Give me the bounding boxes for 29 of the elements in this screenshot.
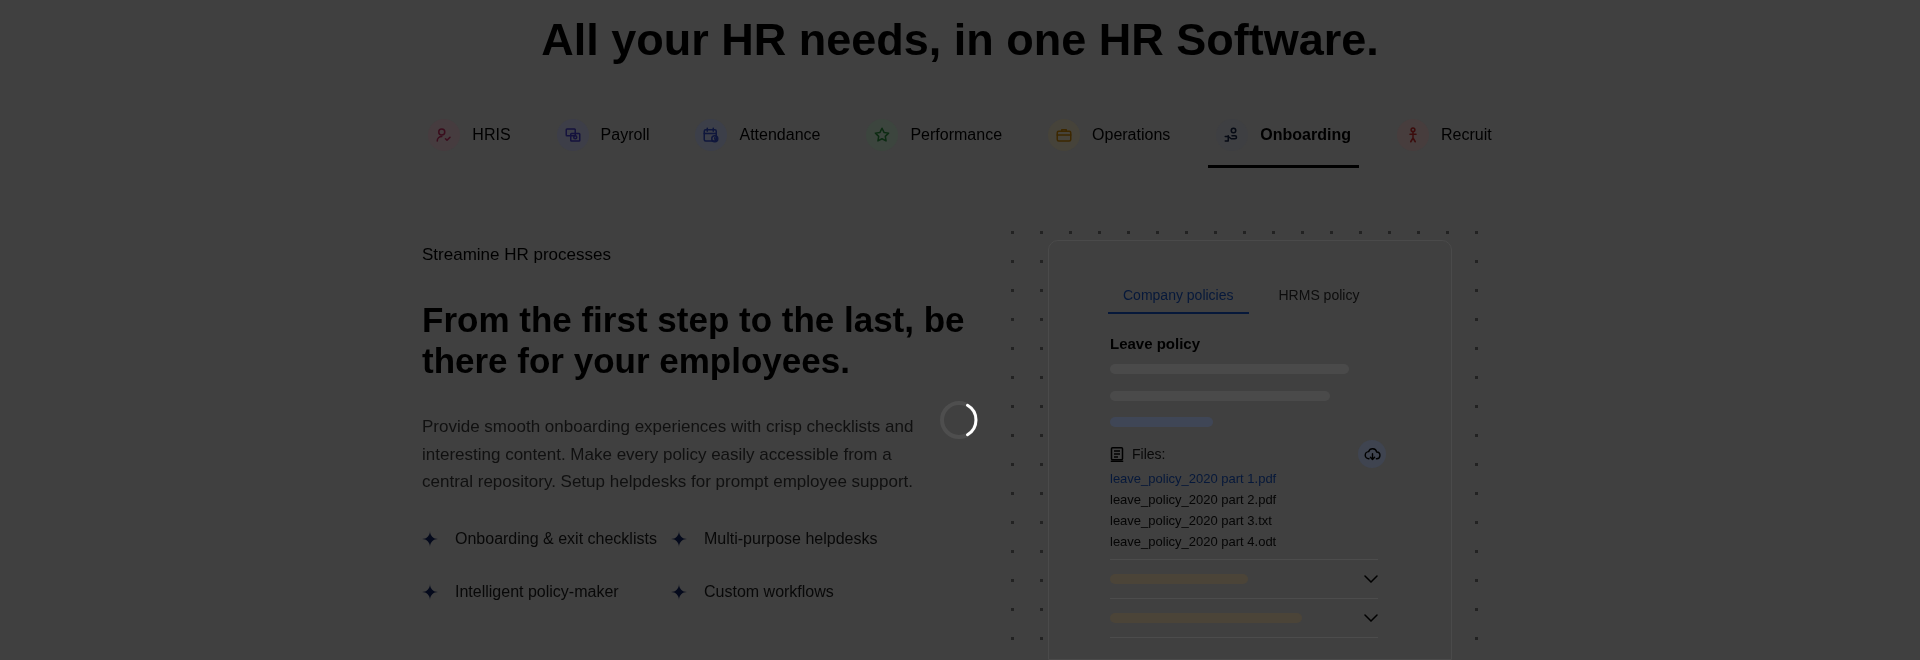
page-title: All your HR needs, in one HR Software. (540, 13, 1380, 67)
feature-item: Multi-purpose helpdesks (704, 528, 878, 549)
files-label: Files: (1132, 444, 1166, 464)
chevron-icon[interactable] (1364, 614, 1378, 622)
product-tab[interactable]: HRIS (420, 104, 519, 168)
feature-item: Intelligent policy-maker (455, 581, 619, 602)
product-tab[interactable]: Onboarding (1208, 104, 1359, 168)
product-tab[interactable]: Payroll (548, 104, 658, 168)
policy-tab[interactable]: Company policies (1108, 278, 1249, 314)
briefcase-icon (1048, 118, 1081, 151)
calendar-clock-icon (695, 118, 728, 151)
file-link[interactable]: leave_policy_2020 part 1.pdf (1110, 468, 1277, 489)
product-tab[interactable]: Performance (858, 104, 1011, 168)
file-link[interactable]: leave_policy_2020 part 4.odt (1110, 531, 1277, 552)
product-tab[interactable]: Recruit (1388, 104, 1500, 168)
eyebrow-text: Streamine HR processes (422, 244, 612, 266)
chevron-icon[interactable] (1364, 575, 1378, 583)
document-icon (1110, 446, 1124, 462)
product-tab[interactable]: Attendance (687, 104, 829, 168)
file-link[interactable]: leave_policy_2020 part 2.pdf (1110, 489, 1277, 510)
feature-item: Onboarding & exit checklists (455, 528, 657, 549)
file-link[interactable]: leave_policy_2020 part 3.txt (1110, 510, 1272, 531)
feature-item: Custom workflows (704, 581, 834, 602)
policy-title: Leave policy (1110, 334, 1202, 354)
product-tab[interactable]: Operations (1040, 104, 1179, 168)
stacked-bills-icon (556, 118, 589, 151)
person-icon (1396, 118, 1429, 151)
section-heading: From the first step to the last, be there for your employees. (422, 299, 966, 381)
cloud-download-icon[interactable] (1358, 440, 1386, 468)
